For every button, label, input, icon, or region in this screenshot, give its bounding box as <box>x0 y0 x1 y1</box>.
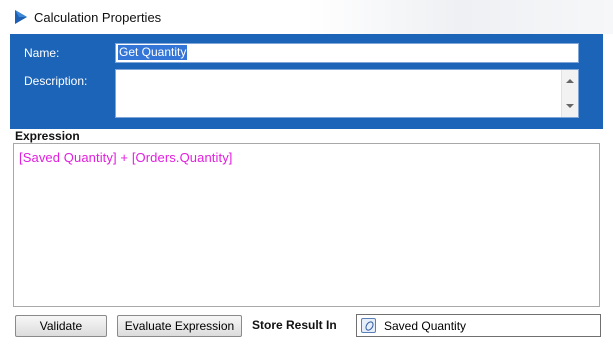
properties-panel: Name: Get Quantity Description: <box>10 34 603 129</box>
blue-arrow-icon <box>15 10 27 24</box>
expression-header: Expression <box>15 129 80 143</box>
scroll-down-icon[interactable] <box>566 104 574 108</box>
expression-editor[interactable]: [Saved Quantity] + [Orders.Quantity] <box>13 143 600 307</box>
title-bar: Calculation Properties <box>0 0 613 34</box>
expression-text: [Saved Quantity] + [Orders.Quantity] <box>19 150 233 165</box>
description-scrollbar[interactable] <box>561 70 578 117</box>
name-field[interactable]: Get Quantity <box>115 43 579 63</box>
validate-button[interactable]: Validate <box>15 315 107 337</box>
scroll-up-icon[interactable] <box>566 79 574 83</box>
store-result-label: Store Result In <box>252 318 337 332</box>
calculation-properties-window: Calculation Properties Name: Get Quantit… <box>0 0 613 347</box>
variable-icon <box>361 318 376 333</box>
name-label: Name: <box>24 46 60 60</box>
store-result-value: Saved Quantity <box>384 319 467 333</box>
name-field-value: Get Quantity <box>118 45 188 60</box>
description-field[interactable] <box>115 69 579 118</box>
window-title: Calculation Properties <box>34 10 162 25</box>
evaluate-expression-button[interactable]: Evaluate Expression <box>117 315 242 337</box>
store-result-field[interactable]: Saved Quantity <box>356 314 601 337</box>
description-label: Description: <box>24 74 88 88</box>
